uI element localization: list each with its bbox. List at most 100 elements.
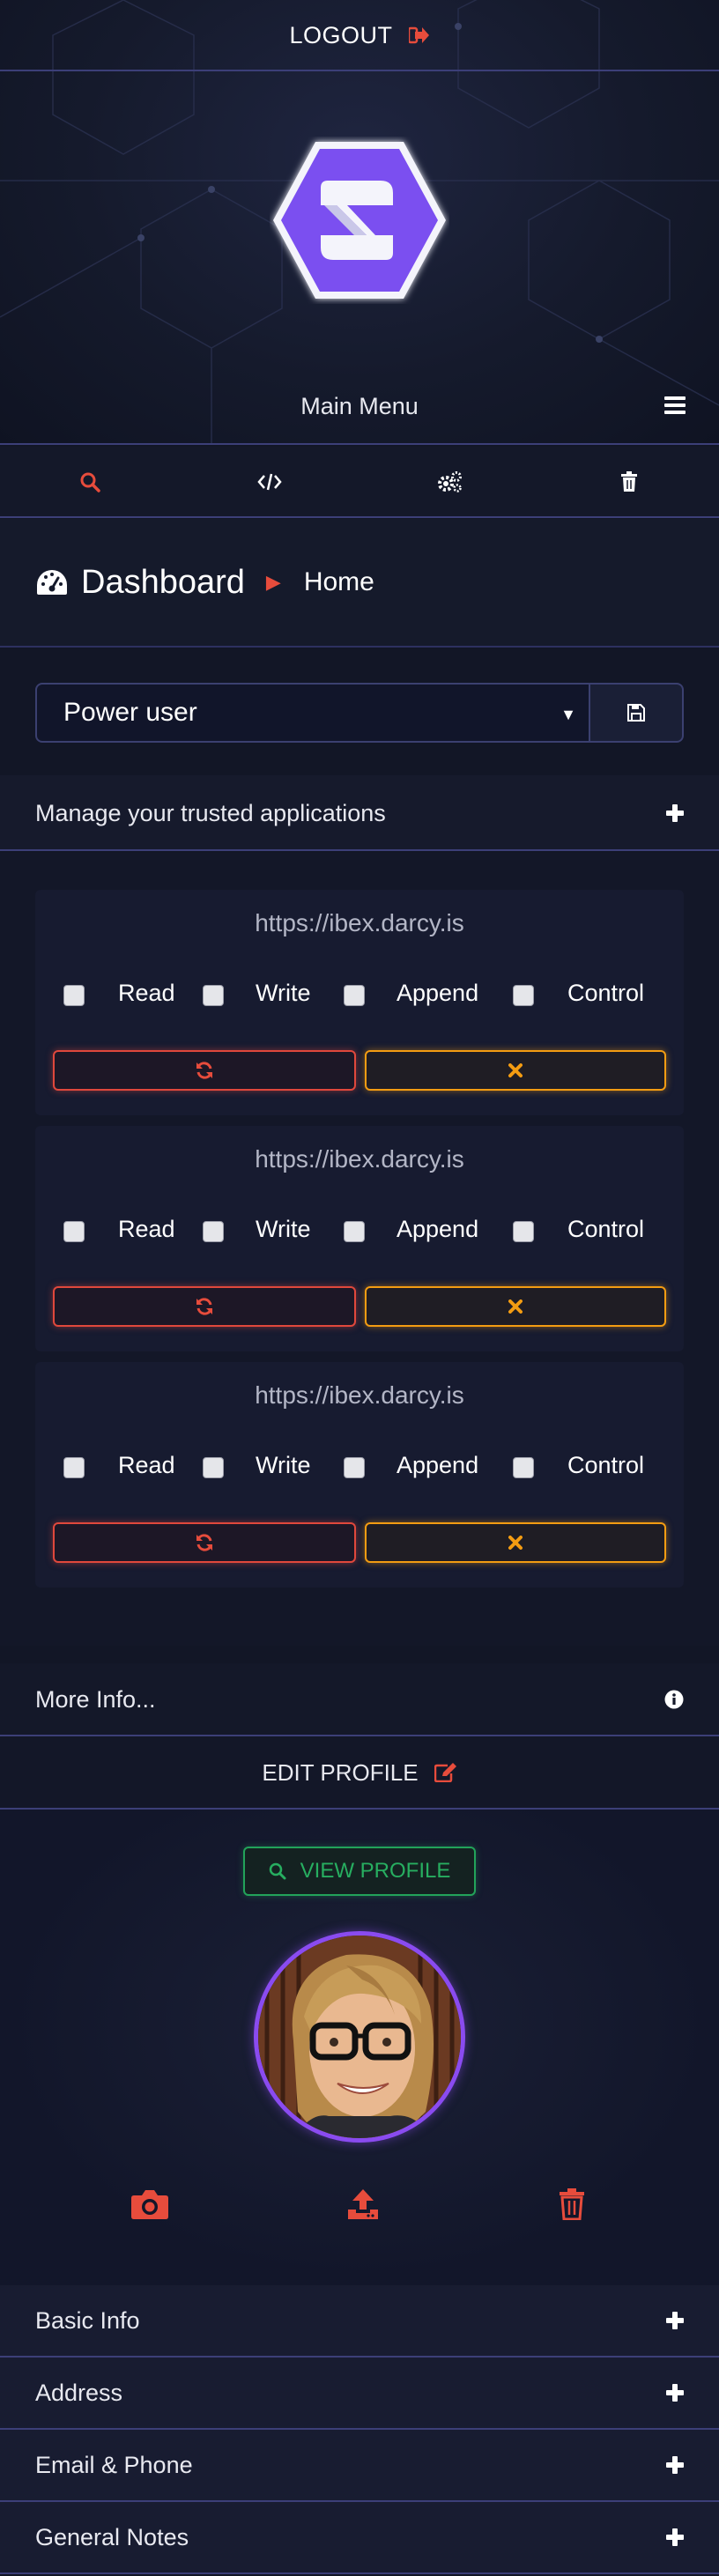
write-checkbox[interactable] (203, 1221, 224, 1242)
dashboard-gauge-icon (35, 568, 69, 596)
control-label: Control (567, 1216, 645, 1242)
plus-icon[interactable] (666, 804, 684, 822)
append-checkbox[interactable] (344, 1221, 365, 1242)
search-button[interactable] (0, 447, 180, 517)
avatar (254, 1931, 465, 2143)
breadcrumb-home-link[interactable]: Home (304, 567, 374, 597)
refresh-button[interactable] (53, 1050, 356, 1091)
info-icon[interactable] (664, 1690, 684, 1709)
more-info-bar[interactable]: More Info... (0, 1663, 719, 1736)
read-checkbox[interactable] (63, 1457, 85, 1478)
view-profile-button[interactable]: VIEW PROFILE (243, 1847, 476, 1896)
permissions-row: Read Write Append Control (35, 1443, 684, 1491)
settings-button[interactable] (360, 447, 539, 517)
delete-photo-button[interactable] (559, 2188, 585, 2220)
refresh-icon (195, 1062, 214, 1079)
camera-button[interactable] (130, 2188, 169, 2220)
search-icon (79, 471, 100, 492)
section-address[interactable]: Address (0, 2358, 719, 2428)
plus-icon[interactable] (666, 2384, 684, 2402)
plus-icon[interactable] (666, 2528, 684, 2546)
divider (0, 2572, 719, 2574)
read-checkbox[interactable] (63, 1221, 85, 1242)
control-checkbox[interactable] (513, 1221, 534, 1242)
section-general-notes[interactable]: General Notes (0, 2502, 719, 2572)
remove-button[interactable] (365, 1050, 666, 1091)
append-label: Append (397, 1452, 479, 1478)
trusted-apps-title: Manage your trusted applications (35, 799, 386, 826)
upload-button[interactable] (347, 2188, 379, 2220)
edit-icon (434, 1763, 457, 1782)
breadcrumb-separator-icon: ▶ (265, 571, 281, 593)
role-select[interactable]: Power user ▼ (35, 683, 590, 743)
app-url: https://ibex.darcy.is (255, 1145, 464, 1173)
refresh-icon (195, 1534, 214, 1551)
divider (0, 849, 719, 851)
write-label: Write (256, 980, 311, 1006)
breadcrumb: Dashboard ▶ Home (0, 519, 719, 646)
trash-icon (620, 471, 638, 492)
append-checkbox[interactable] (344, 985, 365, 1006)
role-select-value: Power user (63, 698, 197, 727)
divider (0, 516, 719, 518)
logout-label: LOGOUT (289, 21, 393, 48)
page-title: Dashboard (81, 563, 245, 601)
plus-icon[interactable] (666, 2312, 684, 2329)
divider (0, 70, 719, 71)
section-email-phone[interactable]: Email & Phone (0, 2430, 719, 2500)
more-info-label: More Info... (35, 1685, 156, 1713)
chevron-down-icon: ▼ (560, 706, 576, 723)
write-checkbox[interactable] (203, 985, 224, 1006)
trusted-app-card: https://ibex.darcy.is Read Write Append … (35, 1126, 684, 1351)
remove-button[interactable] (365, 1286, 666, 1327)
trusted-apps-list: https://ibex.darcy.is Read Write Append … (0, 853, 719, 1646)
read-label: Read (118, 1452, 175, 1478)
hamburger-menu-icon[interactable] (664, 396, 686, 414)
section-label: General Notes (35, 2523, 189, 2550)
divider (0, 646, 719, 648)
delete-button[interactable] (539, 447, 719, 517)
header-banner: LOGOUT Main Menu (0, 0, 719, 445)
main-menu-bar[interactable]: Main Menu (0, 379, 719, 433)
search-icon (269, 1862, 286, 1880)
remove-button[interactable] (365, 1522, 666, 1563)
refresh-button[interactable] (53, 1286, 356, 1327)
save-role-button[interactable] (590, 683, 684, 743)
permissions-row: Read Write Append Control (35, 1207, 684, 1255)
close-icon (508, 1063, 523, 1077)
logout-button[interactable]: LOGOUT (0, 0, 719, 70)
section-label: Basic Info (35, 2306, 140, 2334)
plus-icon[interactable] (666, 2456, 684, 2474)
control-label: Control (567, 1452, 645, 1478)
edit-profile-label: EDIT PROFILE (262, 1758, 419, 1786)
trusted-apps-header[interactable]: Manage your trusted applications (0, 775, 719, 851)
control-label: Control (567, 980, 645, 1006)
refresh-icon (195, 1298, 214, 1315)
permissions-row: Read Write Append Control (35, 971, 684, 1018)
camera-icon (130, 2188, 169, 2220)
trusted-app-card: https://ibex.darcy.is Read Write Append … (35, 890, 684, 1115)
sign-out-icon (408, 26, 430, 44)
edit-profile-button[interactable]: EDIT PROFILE (0, 1737, 719, 1808)
write-checkbox[interactable] (203, 1457, 224, 1478)
upload-icon (347, 2188, 379, 2220)
trusted-app-card: https://ibex.darcy.is Read Write Append … (35, 1362, 684, 1588)
refresh-button[interactable] (53, 1522, 356, 1563)
section-basic-info[interactable]: Basic Info (0, 2285, 719, 2356)
control-checkbox[interactable] (513, 1457, 534, 1478)
append-checkbox[interactable] (344, 1457, 365, 1478)
section-label: Email & Phone (35, 2451, 193, 2478)
code-button[interactable] (180, 447, 360, 517)
read-checkbox[interactable] (63, 985, 85, 1006)
app-logo (270, 137, 449, 304)
gears-icon (436, 470, 463, 493)
read-label: Read (118, 1216, 175, 1242)
app-url: https://ibex.darcy.is (255, 1381, 464, 1409)
main-menu-label: Main Menu (300, 392, 419, 419)
write-label: Write (256, 1216, 311, 1242)
app-url: https://ibex.darcy.is (255, 909, 464, 936)
append-label: Append (397, 1216, 479, 1242)
save-icon (627, 704, 645, 722)
append-label: Append (397, 980, 479, 1006)
control-checkbox[interactable] (513, 985, 534, 1006)
